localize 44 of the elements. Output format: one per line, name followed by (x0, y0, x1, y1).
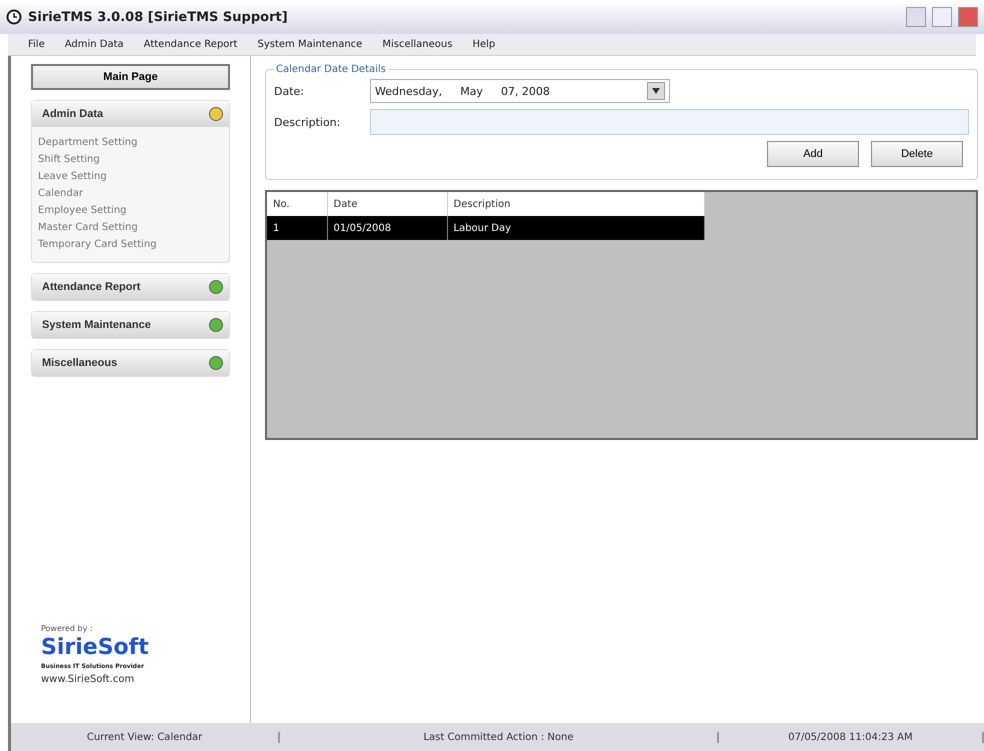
action-button[interactable]: Delete (871, 141, 963, 167)
description-field[interactable] (370, 109, 969, 135)
sidebar-item[interactable]: Employee Setting (38, 205, 223, 216)
company-logo: SirieSoft (41, 637, 150, 659)
date-picker[interactable]: Wednesday, May 07, 2008 (370, 79, 670, 103)
sidebar-item[interactable]: Leave Setting (38, 171, 223, 182)
window-title: SirieTMS 3.0.08 [SirieTMS Support] (28, 10, 289, 24)
section-header[interactable]: Miscellaneous (32, 350, 229, 376)
menu-item[interactable]: Miscellaneous (382, 39, 452, 50)
maximize-button[interactable] (932, 7, 952, 27)
clock-icon (6, 9, 22, 25)
column-header[interactable]: Date (327, 192, 447, 216)
sidebar-item[interactable]: Calendar (38, 188, 223, 199)
dropdown-button[interactable] (647, 82, 665, 100)
menu-item[interactable]: File (28, 39, 45, 50)
sidebar-item[interactable]: Shift Setting (38, 154, 223, 165)
menu-item[interactable]: Help (472, 39, 496, 50)
status-text: Current View: Calendar (11, 732, 280, 742)
chevron-down-icon (652, 88, 660, 94)
table-cell: 01/05/2008 (327, 216, 447, 240)
sidebar-item[interactable]: Master Card Setting (38, 222, 223, 233)
field-label: Description: (274, 116, 342, 128)
sidebar-item[interactable]: Temporary Card Setting (38, 239, 223, 250)
menu-item[interactable]: System Maintenance (257, 39, 362, 50)
sidebar-item[interactable]: Department Setting (38, 137, 223, 148)
powered-by-label: Powered by : (41, 624, 94, 633)
field-label: Date: (274, 84, 305, 98)
column-header[interactable]: Description (447, 192, 704, 216)
section-header[interactable]: System Maintenance (32, 312, 229, 338)
status-text: 07/05/2008 11:04:23 AM (718, 732, 984, 742)
column-header[interactable]: No. (267, 192, 327, 216)
close-button[interactable] (958, 7, 978, 27)
table-cell: 1 (267, 216, 327, 240)
panel-legend: Calendar Date Details (274, 64, 388, 75)
action-button[interactable]: Add (767, 141, 859, 167)
website-link[interactable]: www.SirieSoft.com (41, 674, 230, 685)
main-page-button[interactable]: Main Page (31, 64, 230, 90)
menu-item[interactable]: Attendance Report (144, 39, 238, 50)
minimize-button[interactable] (906, 7, 926, 27)
status-text: Last Committed Action : None (280, 732, 719, 742)
section-header[interactable]: Attendance Report (32, 274, 229, 300)
menu-item[interactable]: Admin Data (64, 39, 124, 50)
section-header[interactable]: Admin Data (32, 101, 229, 127)
table-cell: Labour Day (447, 216, 704, 240)
